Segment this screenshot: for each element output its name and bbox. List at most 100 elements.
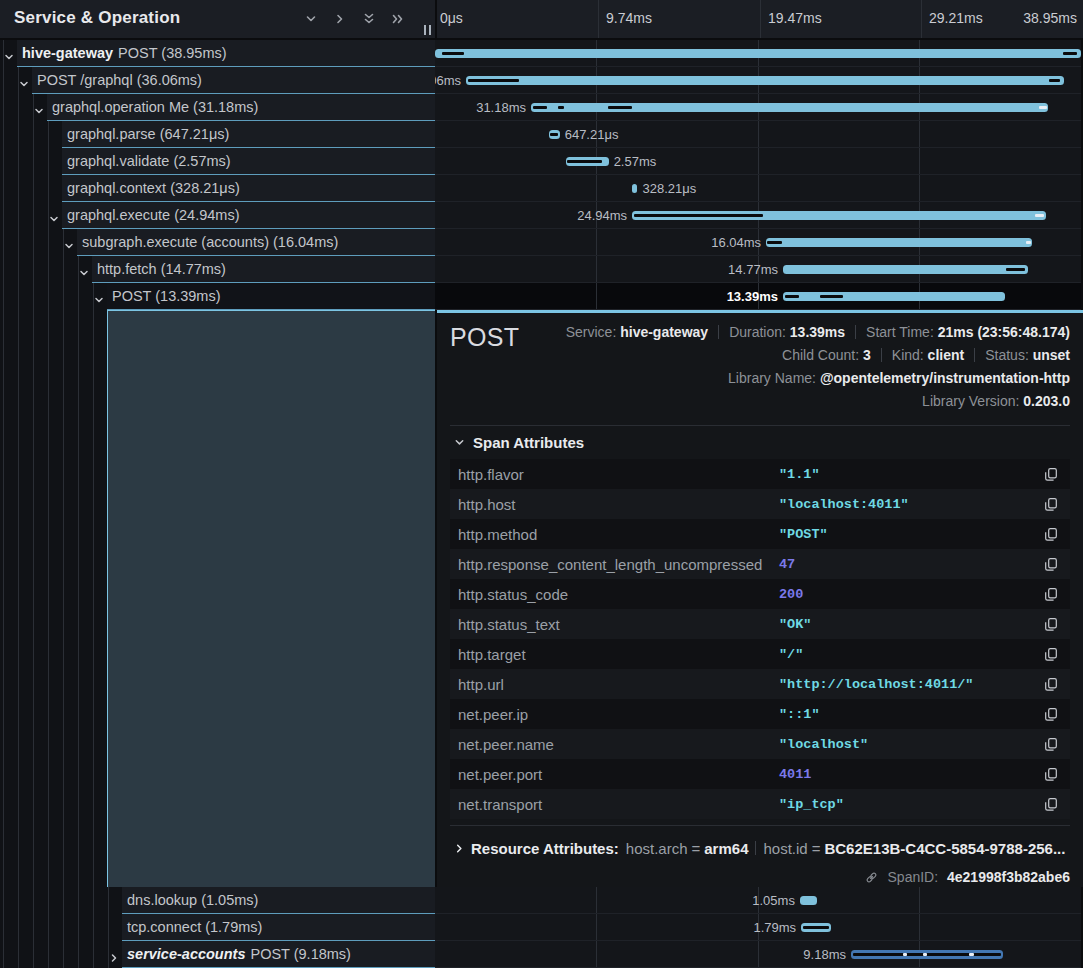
span-row[interactable]: hive-gatewayPOST (38.95ms)38.95ms bbox=[0, 40, 1083, 67]
copy-icon[interactable] bbox=[1044, 707, 1058, 721]
span-duration-bar[interactable] bbox=[783, 265, 1028, 274]
span-name[interactable]: POST /graphql (36.06ms) bbox=[32, 67, 435, 94]
span-row[interactable]: subgraph.execute (accounts) (16.04ms) 16.… bbox=[0, 229, 1083, 256]
span-duration-bar[interactable] bbox=[766, 238, 1032, 247]
column-resize-handle[interactable] bbox=[424, 25, 431, 35]
copy-icon[interactable] bbox=[1044, 797, 1058, 811]
span-duration-bar[interactable] bbox=[466, 76, 1064, 85]
span-duration-bar[interactable] bbox=[783, 292, 1005, 301]
collapse-all-icon[interactable] bbox=[362, 12, 376, 26]
span-name-cell[interactable]: service-accountsPOST (9.18ms) bbox=[0, 941, 435, 968]
span-name[interactable]: tcp.connect (1.79ms) bbox=[122, 914, 435, 941]
chevron-right-icon[interactable] bbox=[109, 949, 119, 967]
span-name[interactable]: dns.lookup (1.05ms) bbox=[122, 887, 435, 914]
span-duration-bar[interactable] bbox=[435, 49, 1081, 58]
span-name[interactable]: subgraph.execute (accounts) (16.04ms) bbox=[77, 229, 435, 256]
span-name-cell[interactable]: graphql.context (328.21μs) bbox=[0, 175, 435, 202]
chevron-down-icon[interactable] bbox=[4, 48, 14, 66]
attribute-key: http.host bbox=[458, 496, 779, 513]
span-attributes-header[interactable]: Span Attributes bbox=[450, 426, 1070, 459]
indent-guide bbox=[63, 941, 64, 968]
copy-icon[interactable] bbox=[1044, 467, 1058, 481]
span-duration-bar[interactable] bbox=[632, 184, 637, 193]
span-timeline-cell[interactable]: 1.05ms bbox=[435, 887, 1081, 914]
span-timeline-cell[interactable]: 24.94ms bbox=[435, 202, 1081, 229]
span-duration-bar[interactable] bbox=[851, 950, 1003, 959]
span-timeline-cell[interactable]: 31.18ms bbox=[435, 94, 1081, 121]
span-timeline-cell[interactable]: 36.06ms bbox=[435, 67, 1081, 94]
copy-icon[interactable] bbox=[1044, 557, 1058, 571]
collapse-one-icon[interactable] bbox=[304, 12, 318, 26]
span-name[interactable]: graphql.execute (24.94ms) bbox=[62, 202, 435, 229]
copy-icon[interactable] bbox=[1044, 587, 1058, 601]
span-duration-bar[interactable] bbox=[632, 211, 1046, 220]
copy-icon[interactable] bbox=[1044, 617, 1058, 631]
span-timeline-cell[interactable]: 13.39ms bbox=[435, 283, 1081, 310]
indent-guide bbox=[3, 148, 4, 175]
span-row[interactable]: graphql.validate (2.57ms)2.57ms bbox=[0, 148, 1083, 175]
span-timeline-cell[interactable]: 9.18ms bbox=[435, 941, 1081, 968]
span-overview-line: Child Count: 3Kind: clientStatus: unset bbox=[566, 344, 1070, 367]
chevron-down-icon[interactable] bbox=[94, 291, 104, 309]
expand-one-icon[interactable] bbox=[333, 12, 347, 26]
span-row[interactable]: dns.lookup (1.05ms)1.05ms bbox=[0, 887, 1083, 914]
span-row[interactable]: POST (13.39ms)13.39ms bbox=[0, 283, 1083, 310]
span-name-cell[interactable]: subgraph.execute (accounts) (16.04ms) bbox=[0, 229, 435, 256]
span-row[interactable]: service-accountsPOST (9.18ms)9.18ms bbox=[0, 941, 1083, 968]
span-duration-bar[interactable] bbox=[800, 896, 817, 905]
span-timeline-cell[interactable]: 328.21μs bbox=[435, 175, 1081, 202]
span-name[interactable]: graphql.context (328.21μs) bbox=[62, 175, 435, 202]
span-name[interactable]: hive-gatewayPOST (38.95ms) bbox=[17, 40, 435, 67]
span-row[interactable]: tcp.connect (1.79ms)1.79ms bbox=[0, 914, 1083, 941]
copy-icon[interactable] bbox=[1044, 677, 1058, 691]
span-row[interactable]: POST /graphql (36.06ms)36.06ms bbox=[0, 67, 1083, 94]
copy-icon[interactable] bbox=[1044, 647, 1058, 661]
span-row[interactable]: http.fetch (14.77ms)14.77ms bbox=[0, 256, 1083, 283]
span-name[interactable]: service-accountsPOST (9.18ms) bbox=[122, 941, 435, 968]
copy-icon[interactable] bbox=[1044, 767, 1058, 781]
span-timeline-cell[interactable]: 647.21μs bbox=[435, 121, 1081, 148]
span-name-cell[interactable]: http.fetch (14.77ms) bbox=[0, 256, 435, 283]
span-row[interactable]: graphql.parse (647.21μs)647.21μs bbox=[0, 121, 1083, 148]
span-row[interactable]: graphql.context (328.21μs)328.21μs bbox=[0, 175, 1083, 202]
span-duration-label: 24.94ms bbox=[577, 202, 627, 229]
chevron-down-icon[interactable] bbox=[19, 75, 29, 93]
chevron-down-icon[interactable] bbox=[79, 264, 89, 282]
span-name-cell[interactable]: dns.lookup (1.05ms) bbox=[0, 887, 435, 914]
span-duration-bar[interactable] bbox=[801, 923, 831, 932]
span-duration-bar[interactable] bbox=[531, 103, 1048, 112]
span-name[interactable]: graphql.operation Me (31.18ms) bbox=[47, 94, 435, 121]
expand-all-icon[interactable] bbox=[391, 12, 405, 26]
span-row[interactable]: graphql.operation Me (31.18ms)31.18ms bbox=[0, 94, 1083, 121]
span-name-cell[interactable]: hive-gatewayPOST (38.95ms) bbox=[0, 40, 435, 67]
span-name[interactable]: http.fetch (14.77ms) bbox=[92, 256, 435, 283]
span-row[interactable]: graphql.execute (24.94ms) 24.94ms bbox=[0, 202, 1083, 229]
indent-guide bbox=[48, 941, 49, 968]
chevron-down-icon[interactable] bbox=[34, 102, 44, 120]
span-name-cell[interactable]: graphql.parse (647.21μs) bbox=[0, 121, 435, 148]
span-timeline-cell[interactable]: 16.04ms bbox=[435, 229, 1081, 256]
span-name[interactable]: POST (13.39ms) bbox=[107, 283, 435, 310]
span-name-cell[interactable]: graphql.operation Me (31.18ms) bbox=[0, 94, 435, 121]
span-timeline-cell[interactable]: 2.57ms bbox=[435, 148, 1081, 175]
span-duration-bar[interactable] bbox=[549, 130, 560, 139]
span-name-cell[interactable]: POST /graphql (36.06ms) bbox=[0, 67, 435, 94]
span-timeline-cell[interactable]: 1.79ms bbox=[435, 914, 1081, 941]
chevron-down-icon[interactable] bbox=[64, 237, 74, 255]
span-timeline-cell[interactable]: 14.77ms bbox=[435, 256, 1081, 283]
link-icon[interactable] bbox=[865, 869, 884, 885]
span-name-cell[interactable]: graphql.execute (24.94ms) bbox=[0, 202, 435, 229]
copy-icon[interactable] bbox=[1044, 527, 1058, 541]
span-name-cell[interactable]: tcp.connect (1.79ms) bbox=[0, 914, 435, 941]
span-name-cell[interactable]: graphql.validate (2.57ms) bbox=[0, 148, 435, 175]
span-name-cell[interactable]: POST (13.39ms) bbox=[0, 283, 435, 310]
span-duration-bar[interactable] bbox=[566, 157, 609, 166]
span-duration-label: 16.04ms bbox=[711, 229, 761, 256]
copy-icon[interactable] bbox=[1044, 497, 1058, 511]
span-name[interactable]: graphql.parse (647.21μs) bbox=[62, 121, 435, 148]
copy-icon[interactable] bbox=[1044, 737, 1058, 751]
resource-attributes-row[interactable]: Resource Attributes: host.arch=arm64host… bbox=[450, 831, 1070, 865]
chevron-down-icon[interactable] bbox=[49, 210, 59, 228]
span-name[interactable]: graphql.validate (2.57ms) bbox=[62, 148, 435, 175]
span-timeline-cell[interactable]: 38.95ms bbox=[435, 40, 1081, 67]
